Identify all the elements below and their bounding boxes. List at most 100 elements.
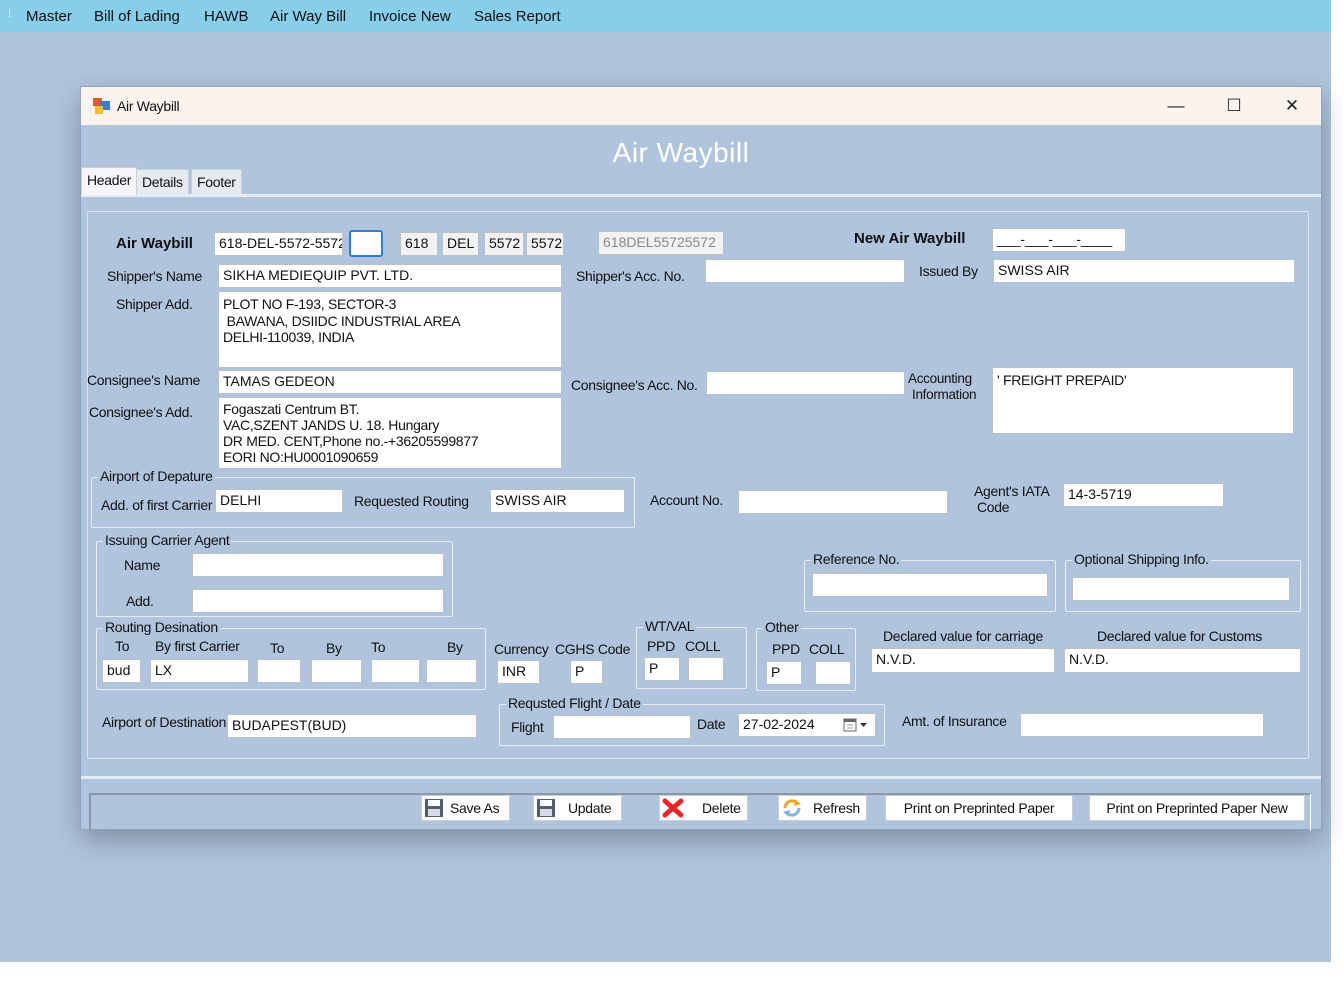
new-air-waybill-label: New Air Waybill bbox=[854, 230, 966, 247]
delete-label: Delete bbox=[702, 800, 741, 816]
update-label: Update bbox=[568, 800, 612, 816]
tab-header[interactable]: Header bbox=[81, 167, 138, 195]
menu-sales-report[interactable]: Sales Report bbox=[474, 8, 561, 25]
consignee-address-textarea[interactable]: Fogaszati Centrum BT. VAC,SZENT JANDS U.… bbox=[218, 397, 562, 469]
flight-input[interactable] bbox=[553, 715, 691, 739]
tab-details[interactable]: Details bbox=[136, 169, 189, 195]
print-preprinted-button[interactable]: Print on Preprinted Paper bbox=[885, 795, 1073, 821]
declared-carriage-input[interactable]: N.V.D. bbox=[871, 648, 1055, 673]
title-bar[interactable]: Air Waybill — ☐ ✕ bbox=[81, 87, 1321, 125]
wt-val-coll-input[interactable] bbox=[688, 657, 724, 681]
consignee-name-input[interactable]: TAMAS GEDEON bbox=[218, 370, 562, 394]
consignee-add-label: Consignee's Add. bbox=[89, 404, 193, 420]
other-title: Other bbox=[763, 619, 801, 635]
print-preprinted-new-button[interactable]: Print on Preprinted Paper New bbox=[1089, 795, 1305, 821]
currency-label: Currency bbox=[494, 641, 549, 657]
declared-customs-label: Declared value for Customs bbox=[1097, 628, 1262, 644]
iata-code-label: Code bbox=[977, 499, 1010, 515]
airport-destination-input[interactable]: BUDAPEST(BUD) bbox=[227, 714, 477, 738]
close-button[interactable]: ✕ bbox=[1263, 87, 1321, 125]
other-ppd-label: PPD bbox=[772, 641, 800, 657]
menu-bar: ⁞ Master Bill of Lading HAWB Air Way Bil… bbox=[0, 0, 1331, 32]
issued-by-input[interactable]: SWISS AIR bbox=[993, 259, 1295, 283]
routing-by2-label: By bbox=[326, 640, 342, 656]
optional-shipping-info-title: Optional Shipping Info. bbox=[1072, 551, 1211, 567]
cghs-code-input[interactable]: P bbox=[570, 660, 603, 684]
account-no-label: Account No. bbox=[650, 492, 723, 508]
optional-shipping-info-input[interactable] bbox=[1072, 577, 1290, 601]
tab-footer[interactable]: Footer bbox=[191, 169, 242, 195]
consignee-name-label: Consignee's Name bbox=[87, 372, 201, 388]
agent-name-input[interactable] bbox=[192, 553, 444, 577]
insurance-input[interactable] bbox=[1020, 713, 1264, 737]
by-first-carrier-label: By first Carrier bbox=[155, 638, 240, 654]
agent-name-label: Name bbox=[124, 557, 161, 573]
routing-by2-input[interactable] bbox=[311, 659, 362, 683]
refresh-icon bbox=[783, 799, 801, 817]
routing-to2-input[interactable] bbox=[257, 659, 301, 683]
awb-part2-input[interactable]: DEL bbox=[442, 232, 479, 256]
wt-val-ppd-input[interactable]: P bbox=[644, 657, 680, 681]
shipper-add-label: Shipper Add. bbox=[116, 296, 193, 312]
reference-no-input[interactable] bbox=[812, 573, 1048, 597]
floppy-update-icon bbox=[537, 799, 555, 817]
maximize-icon: ☐ bbox=[1226, 96, 1242, 115]
awb-part4-input[interactable]: 5572 bbox=[526, 232, 564, 256]
other-ppd-input[interactable]: P bbox=[766, 661, 802, 685]
maximize-button[interactable]: ☐ bbox=[1205, 87, 1263, 125]
save-as-button[interactable]: Save As bbox=[421, 795, 510, 821]
other-coll-input[interactable] bbox=[815, 661, 851, 685]
first-carrier-label: Add. of first Carrier bbox=[101, 497, 213, 513]
wt-val-coll-label: COLL bbox=[685, 638, 721, 654]
routing-to2-label: To bbox=[270, 640, 285, 656]
save-as-label: Save As bbox=[450, 800, 500, 816]
agents-iata-input[interactable]: 14-3-5719 bbox=[1063, 483, 1224, 507]
issuing-carrier-agent-title: Issuing Carrier Agent bbox=[103, 532, 232, 548]
floppy-save-icon bbox=[425, 799, 443, 817]
menu-invoice-new[interactable]: Invoice New bbox=[369, 8, 451, 25]
delete-button[interactable]: Delete bbox=[659, 795, 748, 821]
first-carrier-input[interactable]: DELHI bbox=[215, 489, 343, 513]
awb-check-input[interactable] bbox=[349, 230, 383, 257]
routing-to-input[interactable]: bud bbox=[102, 659, 141, 683]
menu-air-way-bill[interactable]: Air Way Bill bbox=[270, 8, 346, 25]
routing-first-carrier-input[interactable]: LX bbox=[150, 659, 249, 683]
account-no-input[interactable] bbox=[738, 490, 948, 514]
shipper-acc-input[interactable] bbox=[705, 259, 905, 283]
cghs-code-label: CGHS Code bbox=[555, 641, 631, 657]
declared-customs-input[interactable]: N.V.D. bbox=[1064, 648, 1301, 673]
form-heading: Air Waybill bbox=[612, 137, 750, 168]
reference-no-title: Reference No. bbox=[811, 551, 902, 567]
new-air-waybill-input[interactable]: ___-___-___-____ bbox=[992, 228, 1126, 252]
form-app-icon bbox=[93, 98, 110, 114]
currency-input[interactable]: INR bbox=[497, 660, 540, 684]
requested-routing-input[interactable]: SWISS AIR bbox=[490, 489, 625, 513]
calendar-dropdown-icon[interactable] bbox=[843, 718, 869, 732]
awb-part3-input[interactable]: 5572 bbox=[484, 232, 524, 256]
routing-by3-input[interactable] bbox=[426, 659, 477, 683]
consignee-acc-input[interactable] bbox=[706, 371, 905, 395]
agent-add-input[interactable] bbox=[192, 589, 444, 613]
update-button[interactable]: Update bbox=[533, 795, 622, 821]
menu-hawb[interactable]: HAWB bbox=[204, 8, 248, 25]
date-value: 27-02-2024 bbox=[743, 716, 815, 732]
air-waybill-input[interactable]: 618-DEL-5572-5572 bbox=[214, 232, 343, 256]
menu-bill-of-lading[interactable]: Bill of Lading bbox=[94, 8, 180, 25]
menu-master[interactable]: Master bbox=[26, 8, 72, 25]
wt-val-ppd-label: PPD bbox=[647, 638, 675, 654]
awb-part1-input[interactable]: 618 bbox=[400, 232, 438, 256]
minimize-button[interactable]: — bbox=[1147, 87, 1205, 125]
shipper-name-input[interactable]: SIKHA MEDIEQUIP PVT. LTD. bbox=[218, 264, 562, 288]
shipper-address-textarea[interactable]: PLOT NO F-193, SECTOR-3 BAWANA, DSIIDC I… bbox=[218, 291, 562, 368]
delete-x-icon bbox=[662, 798, 684, 818]
window-title: Air Waybill bbox=[117, 98, 180, 114]
routing-to3-input[interactable] bbox=[371, 659, 420, 683]
refresh-button[interactable]: Refresh bbox=[778, 795, 867, 821]
accounting-information-textarea[interactable]: ' FREIGHT PREPAID' bbox=[992, 367, 1294, 434]
date-picker[interactable]: 27-02-2024 bbox=[738, 713, 876, 737]
refresh-label: Refresh bbox=[813, 800, 860, 816]
routing-destination-title: Routing Desination bbox=[103, 619, 220, 635]
air-waybill-label: Air Waybill bbox=[116, 235, 193, 252]
requested-routing-label: Requested Routing bbox=[354, 493, 469, 509]
awb-combined-input[interactable]: 618DEL55725572 bbox=[598, 231, 724, 255]
